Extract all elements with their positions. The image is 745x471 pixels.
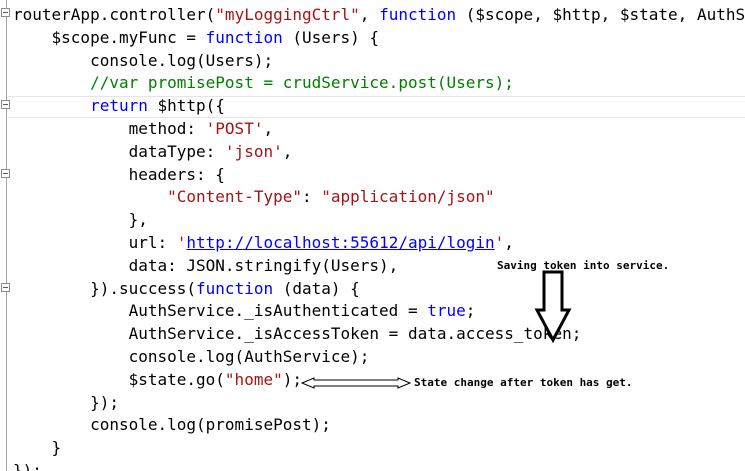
code-token: "myLoggingCtrl" [215, 5, 360, 24]
outline-guide [6, 0, 7, 471]
code-token: url: [13, 232, 177, 252]
code-token: data: JSON.stringify(Users), [13, 255, 399, 275]
code-token: console.log(Users); [13, 50, 274, 70]
code-line: dataType: 'json', [13, 141, 745, 164]
code-line: //var promisePost = crudService.post(Use… [13, 72, 745, 95]
code-token: dataType: [13, 141, 225, 161]
code-token: headers: { [13, 164, 225, 184]
code-text[interactable]: routerApp.controller("myLoggingCtrl", fu… [13, 4, 745, 471]
code-token: return [90, 96, 148, 116]
code-editor[interactable]: routerApp.controller("myLoggingCtrl", fu… [0, 0, 745, 471]
code-line: headers: { [13, 164, 745, 187]
code-token: ' [494, 232, 505, 252]
code-token: , [359, 5, 380, 24]
annotation-state-change: State change after token has get. [414, 376, 633, 389]
code-token: }, [13, 210, 148, 230]
code-line: console.log(AuthService); [13, 346, 745, 369]
code-token: $http({ [147, 96, 225, 116]
code-token: "Content-Type" [167, 187, 302, 207]
fold-collapse-icon[interactable] [1, 8, 10, 17]
down-arrow-icon [534, 270, 572, 344]
code-token: } [13, 438, 62, 458]
code-token: , [504, 232, 514, 252]
code-token: 'json' [224, 141, 283, 161]
code-token: console.log(promisePost); [13, 415, 331, 435]
code-token: ' [176, 232, 187, 252]
code-line: AuthService._isAccessToken = data.access… [13, 323, 745, 346]
left-arrow-icon [300, 377, 412, 389]
code-line: $scope.myFunc = function (Users) { [13, 27, 745, 50]
code-token: routerApp.controller( [13, 5, 216, 24]
code-line: "Content-Type": "application/json" [13, 186, 745, 209]
code-token: 'POST' [205, 118, 264, 138]
code-line: console.log(Users); [13, 50, 745, 73]
code-token: }); [13, 392, 119, 412]
code-token: : [301, 187, 322, 207]
code-token: function [205, 27, 283, 47]
code-token: }); [13, 460, 42, 471]
code-line: console.log(promisePost); [13, 414, 745, 437]
fold-collapse-icon[interactable] [1, 283, 10, 292]
code-token: "application/json" [321, 187, 495, 207]
code-line: } [13, 437, 745, 460]
code-line: }, [13, 209, 745, 232]
code-token: AuthService._isAccessToken = data.access… [13, 324, 582, 344]
code-token: $scope.myFunc = [13, 27, 206, 47]
code-token: //var promisePost = crudService.post(Use… [13, 73, 514, 93]
code-line: method: 'POST', [13, 118, 745, 141]
code-token: function [196, 278, 274, 298]
code-line: AuthService._isAuthenticated = true; [13, 300, 745, 323]
code-token: true [427, 301, 466, 321]
code-token: }).success( [13, 278, 197, 298]
code-token: , [282, 141, 293, 161]
fold-collapse-icon[interactable] [1, 169, 10, 178]
code-token: method: [13, 118, 206, 138]
code-line: }).success(function (data) { [13, 278, 745, 301]
code-line: routerApp.controller("myLoggingCtrl", fu… [13, 4, 745, 27]
code-line: }); [13, 392, 745, 415]
code-token: , [263, 118, 274, 138]
code-token: AuthService._isAuthenticated = [13, 301, 428, 321]
code-token: "home" [224, 369, 283, 389]
code-token: (data) { [273, 278, 360, 298]
code-token: function [379, 5, 457, 24]
code-link[interactable]: http://localhost:55612/api/login [186, 233, 494, 252]
code-token: (Users) { [282, 27, 380, 47]
code-token: ; [465, 301, 476, 321]
annotation-saving-token: Saving token into service. [497, 259, 670, 272]
code-token: $state.go( [13, 369, 225, 389]
code-line: }); [13, 460, 745, 471]
code-token: ($scope, $http, $state, AuthSer [456, 5, 745, 24]
code-line: url: 'http://localhost:55612/api/login', [13, 232, 745, 255]
code-line: return $http({ [13, 95, 745, 118]
code-token: console.log(AuthService); [13, 346, 370, 366]
